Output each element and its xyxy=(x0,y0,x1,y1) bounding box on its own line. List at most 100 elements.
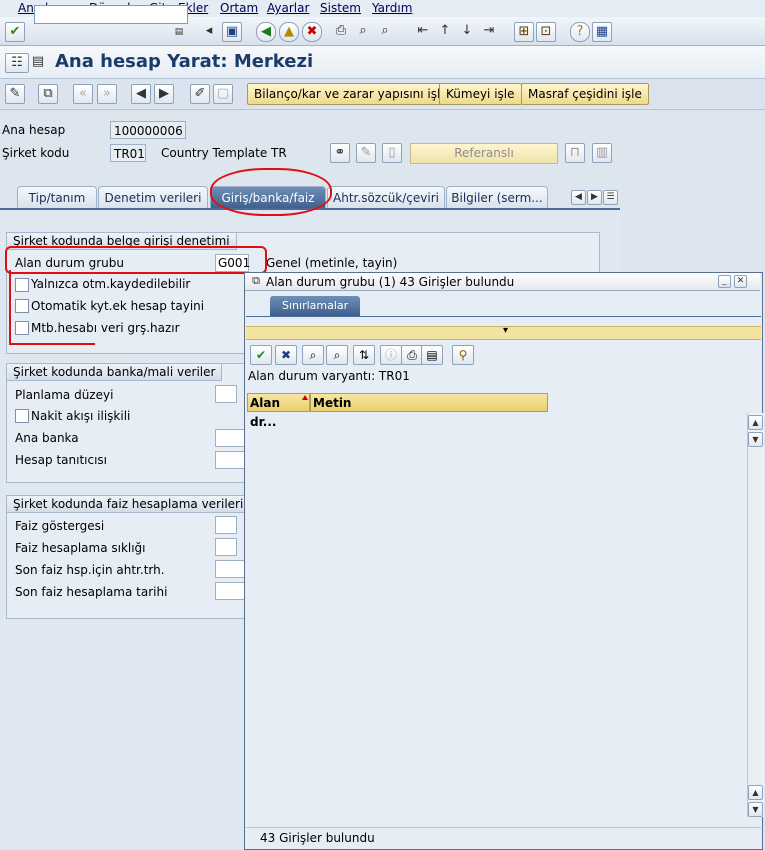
back-icon[interactable]: ◀ xyxy=(256,22,276,42)
scroll-bottom-icon[interactable]: ▼ xyxy=(748,802,763,817)
menu-yardim[interactable]: Yardım xyxy=(372,1,412,15)
bracket-mark-vertical xyxy=(9,270,11,344)
command-history-icon[interactable]: ▤ xyxy=(170,23,188,41)
next-entry-icon[interactable]: » xyxy=(97,84,117,104)
find-icon[interactable]: ⌕ xyxy=(354,22,372,40)
tab-tip-tanim[interactable]: Tip/tanım xyxy=(17,186,97,209)
planlama-duzeyi-input[interactable] xyxy=(215,385,237,403)
new-document-icon[interactable]: ▯ xyxy=(382,143,402,163)
scroll-down-icon[interactable]: ▲ xyxy=(748,785,763,800)
lock-icon[interactable]: ⊓ xyxy=(565,143,585,163)
masraf-button[interactable]: Masraf çeşidini işle xyxy=(521,83,649,105)
exit-icon[interactable]: ▲ xyxy=(279,22,299,42)
hesap-tanitici-label: Hesap tanıtıcısı xyxy=(15,453,107,467)
collapse-icon[interactable]: ▾ xyxy=(503,325,508,336)
son-faiz-tarihi-input[interactable] xyxy=(215,582,245,600)
scroll-up-icon[interactable]: ▼ xyxy=(748,432,763,447)
confirm-icon[interactable]: ✔ xyxy=(250,345,272,365)
otm-kaydedilebilir-label: Yalnızca otm.kaydedilebilir xyxy=(31,277,191,291)
faiz-gostergesi-label: Faiz göstergesi xyxy=(15,519,105,533)
scroll-top-icon[interactable]: ▲ xyxy=(748,415,763,430)
last-page-icon[interactable]: ⇥ xyxy=(480,22,498,40)
object-list-icon[interactable]: ☷ xyxy=(5,53,29,73)
find-next-icon[interactable]: ⌕ xyxy=(376,22,394,40)
menu-sistem[interactable]: Sistem xyxy=(320,1,361,15)
planlama-duzeyi-label: Planlama düzeyi xyxy=(15,388,114,402)
son-faiz-ahtr-input[interactable] xyxy=(215,560,245,578)
layout-menu-icon[interactable]: ▦ xyxy=(592,22,612,42)
print-icon[interactable]: ⎙ xyxy=(332,22,350,40)
tab-sinirlamalar[interactable]: Sınırlamalar xyxy=(270,296,361,316)
otomatik-ek-hesap-checkbox[interactable] xyxy=(15,299,29,313)
minimize-icon[interactable]: _ xyxy=(718,275,731,288)
document-icon[interactable]: ▤ xyxy=(29,53,47,71)
sort-icon[interactable]: ⇅ xyxy=(353,345,375,365)
print-list-icon[interactable]: ⎙ xyxy=(401,345,423,365)
page-title: Ana hesap Yarat: Merkezi xyxy=(55,51,314,72)
ana-banka-input[interactable] xyxy=(215,429,245,447)
ana-banka-label: Ana banka xyxy=(15,431,79,445)
tab-bilgiler[interactable]: Bilgiler (serm... xyxy=(446,186,548,209)
son-faiz-ahtr-label: Son faiz hsp.için ahtr.trh. xyxy=(15,563,165,577)
bracket-mark-horizontal xyxy=(9,343,95,345)
create-session-icon[interactable]: ⊞ xyxy=(514,22,534,42)
menu-ayarlar[interactable]: Ayarlar xyxy=(267,1,309,15)
faiz-group xyxy=(6,495,246,619)
referansli-button[interactable]: Referanslı xyxy=(410,143,558,164)
referansli-label: Referanslı xyxy=(454,146,514,160)
command-field[interactable] xyxy=(34,5,188,24)
personal-list-icon[interactable]: ⚲ xyxy=(452,345,474,365)
enter-icon[interactable]: ✔ xyxy=(5,22,25,42)
kume-button[interactable]: Kümeyi işle xyxy=(439,83,522,105)
trash-icon[interactable]: ▥ xyxy=(592,143,612,163)
menu-ortam[interactable]: Ortam xyxy=(220,1,258,15)
display-change-icon[interactable]: ✎ xyxy=(5,84,25,104)
next-icon[interactable]: ▶ xyxy=(154,84,174,104)
dialog-title: Alan durum grubu (1) 43 Girişler bulundu xyxy=(266,275,515,289)
column-header-metin[interactable]: Metin xyxy=(310,393,548,412)
pencil-icon[interactable]: ✎ xyxy=(356,143,376,163)
sirket-kodu-label: Şirket kodu xyxy=(2,146,70,160)
cancel-x-icon[interactable]: ✖ xyxy=(275,345,297,365)
save-icon[interactable]: ▣ xyxy=(222,22,242,42)
first-page-icon[interactable]: ⇤ xyxy=(414,22,432,40)
tab-denetim-verileri[interactable]: Denetim verileri xyxy=(98,186,208,209)
column-header-code[interactable]: Alan dr... xyxy=(247,393,310,429)
hesap-tanitici-input[interactable] xyxy=(215,451,245,469)
other-object-icon[interactable]: ⧉ xyxy=(38,84,58,104)
shortcut-icon[interactable]: ⊡ xyxy=(536,22,556,42)
nakit-akisi-checkbox[interactable] xyxy=(15,409,29,423)
edit-icon[interactable]: ✐ xyxy=(190,84,210,104)
dialog-tab-line xyxy=(246,316,761,317)
ana-hesap-field[interactable]: 100000006 xyxy=(110,121,186,139)
tab-scroll-left-icon[interactable]: ◀ xyxy=(571,190,586,205)
sirket-kodu-field[interactable]: TR01 xyxy=(110,144,146,162)
mtb-hesabi-checkbox[interactable] xyxy=(15,321,29,335)
otm-kaydedilebilir-checkbox[interactable] xyxy=(15,278,29,292)
info-icon[interactable]: ⓘ xyxy=(380,345,402,365)
find-next-binoculars-icon[interactable]: ⌕ xyxy=(326,345,348,365)
help-icon[interactable]: ? xyxy=(570,22,590,42)
back-arrow-icon[interactable]: ◂ xyxy=(200,22,218,40)
faiz-siklik-input[interactable] xyxy=(215,538,237,556)
template-icon[interactable]: ⚭ xyxy=(330,143,350,163)
field-highlight-mark xyxy=(5,246,267,274)
close-icon[interactable]: ✕ xyxy=(734,275,747,288)
faiz-gostergesi-input[interactable] xyxy=(215,516,237,534)
previous-entry-icon[interactable]: « xyxy=(73,84,93,104)
bilanco-button[interactable]: Bilanço/kar ve zarar yapısını işle xyxy=(247,83,455,105)
next-page-icon[interactable]: ↓ xyxy=(458,22,476,40)
delete-icon[interactable]: ▢ xyxy=(213,84,233,104)
otomatik-ek-hesap-label: Otomatik kyt.ek hesap tayini xyxy=(31,299,205,313)
scroll-track[interactable] xyxy=(749,448,761,800)
cancel-icon[interactable]: ✖ xyxy=(302,22,322,42)
tab-ahtr-sozcuk[interactable]: Ahtr.sözcük/çeviri xyxy=(327,186,445,209)
binoculars-icon[interactable]: ⌕ xyxy=(302,345,324,365)
tab-highlight-mark xyxy=(210,168,332,216)
tab-scroll-right-icon[interactable]: ▶ xyxy=(587,190,602,205)
previous-icon[interactable]: ◀ xyxy=(131,84,151,104)
previous-page-icon[interactable]: ↑ xyxy=(436,22,454,40)
layout-icon[interactable]: ▤ xyxy=(421,345,443,365)
alan-durum-grubu-text: Genel (metinle, tayin) xyxy=(266,256,398,270)
tab-list-icon[interactable]: ☰ xyxy=(603,190,618,205)
